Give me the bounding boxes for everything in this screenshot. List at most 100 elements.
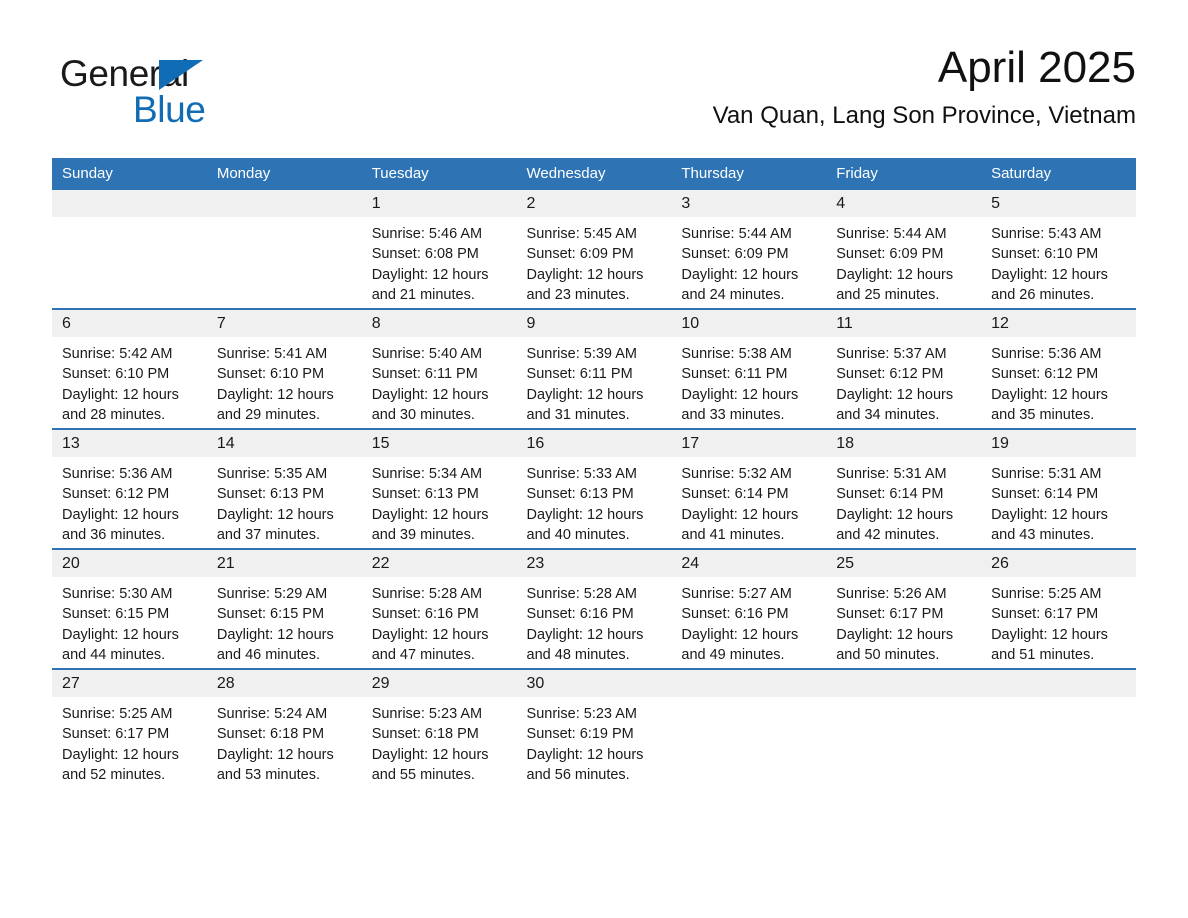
calendar-day-cell[interactable]: 7 Sunrise: 5:41 AM Sunset: 6:10 PM Daylight…: [206, 308, 362, 429]
daylight-duration-line1: Daylight: 12 hours: [681, 266, 799, 283]
calendar-week-row: 1 Sunrise: 5:46 AM Sunset: 6:08 PM Daylight…: [52, 190, 1136, 309]
day-number: 24: [671, 550, 827, 577]
daylight-duration-line2: and 41 minutes.: [681, 526, 785, 543]
day-details: Sunrise: 5:46 AM Sunset: 6:08 PM Daylight:…: [362, 217, 517, 305]
daylight-duration-line1: Daylight: 12 hours: [836, 626, 954, 643]
daylight-duration-line1: Daylight: 12 hours: [991, 266, 1108, 283]
weekday-header-monday: Monday: [206, 158, 362, 190]
calendar-empty-cell: [671, 668, 827, 788]
calendar-day-cell[interactable]: 28 Sunrise: 5:24 AM Sunset: 6:18 PM Dayligh…: [206, 668, 362, 788]
sunset-time: Sunset: 6:14 PM: [991, 486, 1099, 503]
sunrise-sunset-calendar: Sunday Monday Tuesday Wednesday Thursday…: [52, 158, 1136, 788]
sunset-time: Sunset: 6:14 PM: [836, 486, 944, 503]
calendar-day-cell[interactable]: 1 Sunrise: 5:46 AM Sunset: 6:08 PM Daylight…: [361, 190, 517, 309]
sunrise-time: Sunrise: 5:35 AM: [216, 466, 328, 482]
sunrise-time: Sunrise: 5:31 AM: [991, 466, 1102, 482]
daylight-duration-line1: Daylight: 12 hours: [681, 386, 799, 403]
daylight-duration-line1: Daylight: 12 hours: [216, 386, 334, 403]
calendar-day-cell[interactable]: 17 Sunrise: 5:32 AM Sunset: 6:14 PM Dayligh…: [671, 428, 827, 549]
calendar-day-cell[interactable]: 25 Sunrise: 5:26 AM Sunset: 6:17 PM Dayligh…: [826, 548, 982, 669]
daylight-duration-line1: Daylight: 12 hours: [991, 506, 1108, 523]
sunrise-time: Sunrise: 5:44 AM: [681, 226, 792, 242]
calendar-empty-cell: [206, 190, 362, 309]
calendar-day-cell[interactable]: 13 Sunrise: 5:36 AM Sunset: 6:12 PM Dayligh…: [52, 428, 207, 549]
calendar-day-cell[interactable]: 27 Sunrise: 5:25 AM Sunset: 6:17 PM Dayligh…: [52, 668, 207, 788]
sunrise-time: Sunrise: 5:30 AM: [62, 586, 173, 602]
day-details: Sunrise: 5:28 AM Sunset: 6:16 PM Daylight:…: [517, 577, 672, 665]
sunset-time: Sunset: 6:16 PM: [371, 606, 479, 623]
weekday-header-tuesday: Tuesday: [361, 158, 517, 190]
daylight-duration-line2: and 42 minutes.: [836, 526, 940, 543]
weekday-header-sunday: Sunday: [52, 158, 207, 190]
calendar-week-row: 27 Sunrise: 5:25 AM Sunset: 6:17 PM Dayligh…: [52, 668, 1136, 788]
day-details: Sunrise: 5:33 AM Sunset: 6:13 PM Daylight:…: [517, 457, 672, 545]
daylight-duration-line1: Daylight: 12 hours: [216, 506, 334, 523]
calendar-day-cell[interactable]: 2 Sunrise: 5:45 AM Sunset: 6:09 PM Daylight…: [516, 190, 672, 309]
day-details: Sunrise: 5:41 AM Sunset: 6:10 PM Daylight:…: [207, 337, 362, 425]
calendar-day-cell[interactable]: 3 Sunrise: 5:44 AM Sunset: 6:09 PM Daylight…: [671, 190, 827, 309]
sunrise-time: Sunrise: 5:23 AM: [371, 706, 483, 722]
daylight-duration-line1: Daylight: 12 hours: [62, 626, 179, 643]
calendar-day-cell[interactable]: 18 Sunrise: 5:31 AM Sunset: 6:14 PM Dayligh…: [826, 428, 982, 549]
daylight-duration-line1: Daylight: 12 hours: [991, 386, 1108, 403]
daylight-duration-line1: Daylight: 12 hours: [526, 266, 644, 283]
calendar-empty-cell: [981, 668, 1136, 788]
calendar-day-cell[interactable]: 23 Sunrise: 5:28 AM Sunset: 6:16 PM Dayligh…: [516, 548, 672, 669]
calendar-day-cell[interactable]: 22 Sunrise: 5:28 AM Sunset: 6:16 PM Dayligh…: [361, 548, 517, 669]
calendar-day-cell[interactable]: 19 Sunrise: 5:31 AM Sunset: 6:14 PM Dayligh…: [981, 428, 1136, 549]
sunrise-time: Sunrise: 5:23 AM: [526, 706, 637, 722]
daylight-duration-line2: and 34 minutes.: [836, 406, 940, 423]
sunset-time: Sunset: 6:17 PM: [991, 606, 1099, 623]
calendar-day-cell[interactable]: 29 Sunrise: 5:23 AM Sunset: 6:18 PM Dayligh…: [361, 668, 517, 788]
sunrise-time: Sunrise: 5:39 AM: [526, 346, 637, 362]
calendar-day-cell[interactable]: 4 Sunrise: 5:44 AM Sunset: 6:09 PM Daylight…: [826, 190, 982, 309]
day-details: Sunrise: 5:24 AM Sunset: 6:18 PM Daylight:…: [207, 697, 362, 785]
calendar-day-cell[interactable]: 16 Sunrise: 5:33 AM Sunset: 6:13 PM Dayligh…: [516, 428, 672, 549]
daylight-duration-line1: Daylight: 12 hours: [371, 746, 489, 763]
sunset-time: Sunset: 6:11 PM: [681, 366, 788, 383]
calendar-day-cell[interactable]: 11 Sunrise: 5:37 AM Sunset: 6:12 PM Dayligh…: [826, 308, 982, 429]
title-block: April 2025 Van Quan, Lang Son Province, …: [713, 40, 1136, 132]
sunrise-time: Sunrise: 5:36 AM: [991, 346, 1102, 362]
day-number: 11: [826, 310, 982, 337]
day-number: 12: [981, 310, 1136, 337]
daylight-duration-line1: Daylight: 12 hours: [526, 386, 644, 403]
sunset-time: Sunset: 6:11 PM: [526, 366, 633, 383]
sunset-time: Sunset: 6:14 PM: [681, 486, 789, 503]
day-number: 10: [671, 310, 827, 337]
day-number: 19: [981, 430, 1136, 457]
day-number: [206, 190, 362, 217]
calendar-day-cell[interactable]: 21 Sunrise: 5:29 AM Sunset: 6:15 PM Dayligh…: [206, 548, 362, 669]
sunset-time: Sunset: 6:17 PM: [62, 726, 170, 743]
calendar-week-row: 6 Sunrise: 5:42 AM Sunset: 6:10 PM Daylight…: [52, 308, 1136, 429]
day-details: Sunrise: 5:28 AM Sunset: 6:16 PM Daylight:…: [362, 577, 517, 665]
day-details: Sunrise: 5:30 AM Sunset: 6:15 PM Daylight:…: [52, 577, 207, 665]
calendar-body: 1 Sunrise: 5:46 AM Sunset: 6:08 PM Daylight…: [52, 190, 1136, 788]
sunset-time: Sunset: 6:13 PM: [371, 486, 479, 503]
calendar-day-cell[interactable]: 6 Sunrise: 5:42 AM Sunset: 6:10 PM Daylight…: [52, 308, 207, 429]
daylight-duration-line2: and 37 minutes.: [216, 526, 321, 543]
day-details: Sunrise: 5:26 AM Sunset: 6:17 PM Daylight:…: [826, 577, 981, 665]
sunrise-time: Sunrise: 5:38 AM: [681, 346, 792, 362]
sunrise-time: Sunrise: 5:34 AM: [371, 466, 483, 482]
calendar-day-cell[interactable]: 20 Sunrise: 5:30 AM Sunset: 6:15 PM Dayligh…: [52, 548, 207, 669]
calendar-empty-cell: [52, 190, 207, 309]
daylight-duration-line1: Daylight: 12 hours: [836, 506, 954, 523]
calendar-day-cell[interactable]: 14 Sunrise: 5:35 AM Sunset: 6:13 PM Dayligh…: [206, 428, 362, 549]
calendar-day-cell[interactable]: 30 Sunrise: 5:23 AM Sunset: 6:19 PM Dayligh…: [516, 668, 672, 788]
calendar-page: General Blue April 2025 Van Quan, Lang S…: [0, 0, 1188, 918]
calendar-week-row: 13 Sunrise: 5:36 AM Sunset: 6:12 PM Dayligh…: [52, 428, 1136, 549]
day-number: 3: [671, 190, 827, 217]
calendar-day-cell[interactable]: 26 Sunrise: 5:25 AM Sunset: 6:17 PM Dayligh…: [981, 548, 1136, 669]
calendar-day-cell[interactable]: 15 Sunrise: 5:34 AM Sunset: 6:13 PM Dayligh…: [361, 428, 517, 549]
calendar-day-cell[interactable]: 8 Sunrise: 5:40 AM Sunset: 6:11 PM Daylight…: [361, 308, 517, 429]
calendar-day-cell[interactable]: 24 Sunrise: 5:27 AM Sunset: 6:16 PM Dayligh…: [671, 548, 827, 669]
daylight-duration-line1: Daylight: 12 hours: [216, 746, 334, 763]
calendar-day-cell[interactable]: 12 Sunrise: 5:36 AM Sunset: 6:12 PM Dayligh…: [981, 308, 1136, 429]
daylight-duration-line2: and 24 minutes.: [681, 286, 785, 303]
calendar-day-cell[interactable]: 5 Sunrise: 5:43 AM Sunset: 6:10 PM Daylight…: [981, 190, 1136, 309]
calendar-day-cell[interactable]: 10 Sunrise: 5:38 AM Sunset: 6:11 PM Dayligh…: [671, 308, 827, 429]
daylight-duration-line1: Daylight: 12 hours: [216, 626, 334, 643]
calendar-day-cell[interactable]: 9 Sunrise: 5:39 AM Sunset: 6:11 PM Daylight…: [516, 308, 672, 429]
sunset-time: Sunset: 6:15 PM: [62, 606, 170, 623]
